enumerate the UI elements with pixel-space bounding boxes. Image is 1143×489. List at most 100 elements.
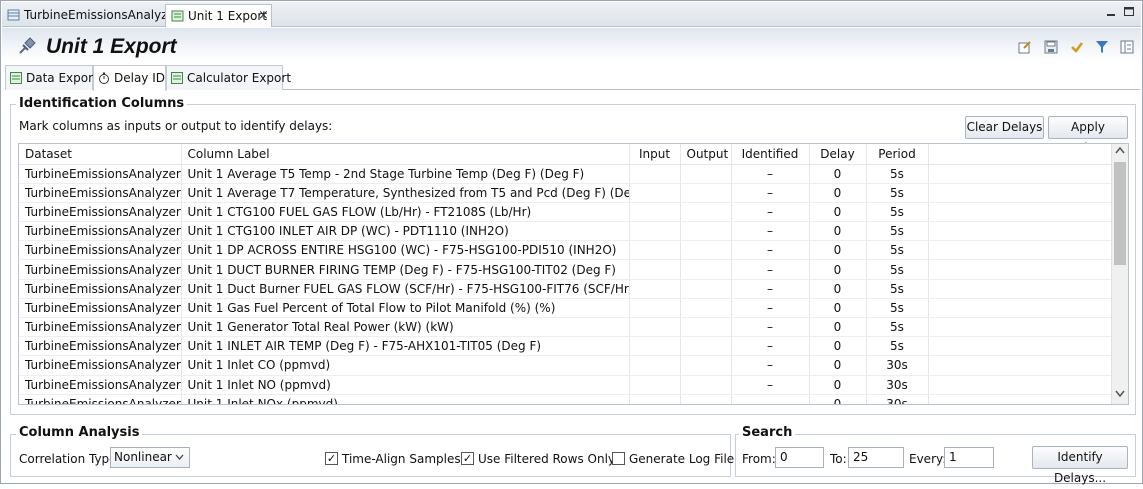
maximize-icon[interactable] <box>1122 5 1136 19</box>
scroll-down-icon[interactable] <box>1115 390 1125 401</box>
table-header-row: Dataset Column Label Input Output Identi… <box>19 144 1113 165</box>
table-row[interactable]: TurbineEmissionsAnalyzer Unit 1 Inlet NOx… <box>19 394 1113 404</box>
time-align-checkbox[interactable]: ✓ <box>325 452 338 465</box>
cell-output[interactable] <box>680 355 732 376</box>
calculator-icon <box>171 72 183 84</box>
identify-delays-button[interactable]: Identify Delays... <box>1032 446 1128 485</box>
table-row[interactable]: TurbineEmissionsAnalyzer Unit 1 DUCT BURN… <box>19 259 1113 280</box>
every-input[interactable]: 1 <box>944 447 994 468</box>
tab-label: Calculator Export <box>187 71 292 85</box>
minimize-icon[interactable] <box>1104 5 1118 19</box>
cell-filler <box>928 298 1113 319</box>
cell-output[interactable] <box>680 240 732 261</box>
correlation-type-select[interactable]: Nonlinear <box>110 447 190 468</box>
table-row[interactable]: TurbineEmissionsAnalyzer Unit 1 DP ACROSS… <box>19 240 1113 261</box>
save-icon[interactable] <box>1044 40 1058 54</box>
check-mark-icon: ✓ <box>462 452 473 465</box>
edit-icon[interactable] <box>1018 40 1032 54</box>
cell-dataset: TurbineEmissionsAnalyzer <box>19 375 182 395</box>
header-delay[interactable]: Delay <box>809 144 867 165</box>
cell-identified: – <box>731 164 810 184</box>
cell-output[interactable] <box>680 221 732 242</box>
cell-output[interactable] <box>680 259 732 280</box>
table-row[interactable]: TurbineEmissionsAnalyzer Unit 1 CTG100 IN… <box>19 221 1113 242</box>
table-row[interactable]: TurbineEmissionsAnalyzer Unit 1 INLET AIR… <box>19 336 1113 357</box>
cell-input[interactable] <box>629 240 681 261</box>
cell-output[interactable] <box>680 317 732 338</box>
table-row[interactable]: TurbineEmissionsAnalyzer Unit 1 CTG100 FU… <box>19 202 1113 223</box>
cell-input[interactable] <box>629 336 681 357</box>
cell-input[interactable] <box>629 221 681 242</box>
table-row[interactable]: TurbineEmissionsAnalyzer Unit 1 Inlet NO … <box>19 375 1113 395</box>
table-row[interactable]: TurbineEmissionsAnalyzer Unit 1 Gas Fuel … <box>19 298 1113 319</box>
cell-output[interactable] <box>680 375 732 395</box>
close-icon[interactable]: × <box>258 5 269 27</box>
cell-input[interactable] <box>629 279 681 299</box>
spreadsheet-icon <box>10 72 22 84</box>
table-row[interactable]: TurbineEmissionsAnalyzer Unit 1 Inlet CO … <box>19 355 1113 376</box>
cell-input[interactable] <box>629 317 681 338</box>
cell-column-label: Unit 1 DP ACROSS ENTIRE HSG100 (WC) - F7… <box>181 240 630 261</box>
cell-output[interactable] <box>680 202 732 223</box>
filtered-rows-checkbox[interactable]: ✓ <box>461 452 474 465</box>
log-file-checkbox[interactable] <box>612 452 625 465</box>
table-row[interactable]: TurbineEmissionsAnalyzer Unit 1 Average T… <box>19 183 1113 203</box>
cell-output[interactable] <box>680 279 732 299</box>
cell-input[interactable] <box>629 183 681 203</box>
editor-tab-unit1-export[interactable]: Unit 1 Export × <box>165 4 272 27</box>
header-dataset[interactable]: Dataset <box>19 144 182 165</box>
log-file-label[interactable]: Generate Log File <box>629 452 734 466</box>
header-output[interactable]: Output <box>680 144 732 165</box>
cell-input[interactable] <box>629 259 681 280</box>
scroll-thumb[interactable] <box>1114 162 1126 265</box>
from-input[interactable]: 0 <box>775 447 824 468</box>
identification-title: Identification Columns <box>16 96 188 111</box>
apply-delays-button[interactable]: Apply Delays <box>1048 116 1128 155</box>
header-identified[interactable]: Identified <box>731 144 810 165</box>
header-column-label[interactable]: Column Label <box>181 144 630 165</box>
cell-input[interactable] <box>629 202 681 223</box>
editor-tab-analyzer[interactable]: TurbineEmissionsAnalyzer <box>2 4 180 27</box>
stopwatch-icon <box>99 72 109 84</box>
cell-output[interactable] <box>680 336 732 357</box>
table-scrollbar[interactable] <box>1111 144 1128 404</box>
cell-dataset: TurbineEmissionsAnalyzer <box>19 355 182 376</box>
cell-output[interactable] <box>680 164 732 184</box>
cell-filler <box>928 375 1113 395</box>
cell-input[interactable] <box>629 355 681 376</box>
apply-check-icon[interactable] <box>1070 40 1084 54</box>
cell-output[interactable] <box>680 183 732 203</box>
chevron-down-icon <box>175 454 184 460</box>
cell-filler <box>928 355 1113 376</box>
time-align-label[interactable]: Time-Align Samples <box>342 452 461 466</box>
cell-input[interactable] <box>629 298 681 319</box>
clear-delays-button[interactable]: Clear Delays <box>965 116 1044 139</box>
to-input[interactable]: 25 <box>848 447 904 468</box>
header-input[interactable]: Input <box>629 144 681 165</box>
cell-filler <box>928 317 1113 338</box>
table-row[interactable]: TurbineEmissionsAnalyzer Unit 1 Generator… <box>19 317 1113 338</box>
tab-data-export[interactable]: Data Export <box>5 65 98 90</box>
cell-input[interactable] <box>629 375 681 395</box>
header-period[interactable]: Period <box>866 144 929 165</box>
cell-identified: – <box>731 394 810 404</box>
tab-delay-id[interactable]: Delay ID <box>93 65 166 91</box>
table-row[interactable]: TurbineEmissionsAnalyzer Unit 1 Average T… <box>19 164 1113 184</box>
cell-input[interactable] <box>629 164 681 184</box>
inner-tab-bar: Data Export Delay ID Calculator Export <box>5 65 1140 91</box>
tab-calculator-export[interactable]: Calculator Export <box>166 65 291 90</box>
layout-icon[interactable] <box>1120 40 1134 54</box>
cell-output[interactable] <box>680 298 732 319</box>
to-label: To: <box>830 452 847 466</box>
cell-identified: – <box>731 336 810 357</box>
scroll-up-icon[interactable] <box>1115 146 1125 157</box>
filtered-rows-label[interactable]: Use Filtered Rows Only <box>478 452 615 466</box>
cell-input[interactable] <box>629 394 681 404</box>
filter-icon[interactable] <box>1095 40 1109 54</box>
columns-grid: Dataset Column Label Input Output Identi… <box>19 144 1113 404</box>
cell-identified: – <box>731 240 810 261</box>
dataset-icon <box>7 9 20 21</box>
table-row[interactable]: TurbineEmissionsAnalyzer Unit 1 Duct Burn… <box>19 279 1113 299</box>
cell-output[interactable] <box>680 394 732 404</box>
cell-delay: 0 <box>809 183 867 203</box>
